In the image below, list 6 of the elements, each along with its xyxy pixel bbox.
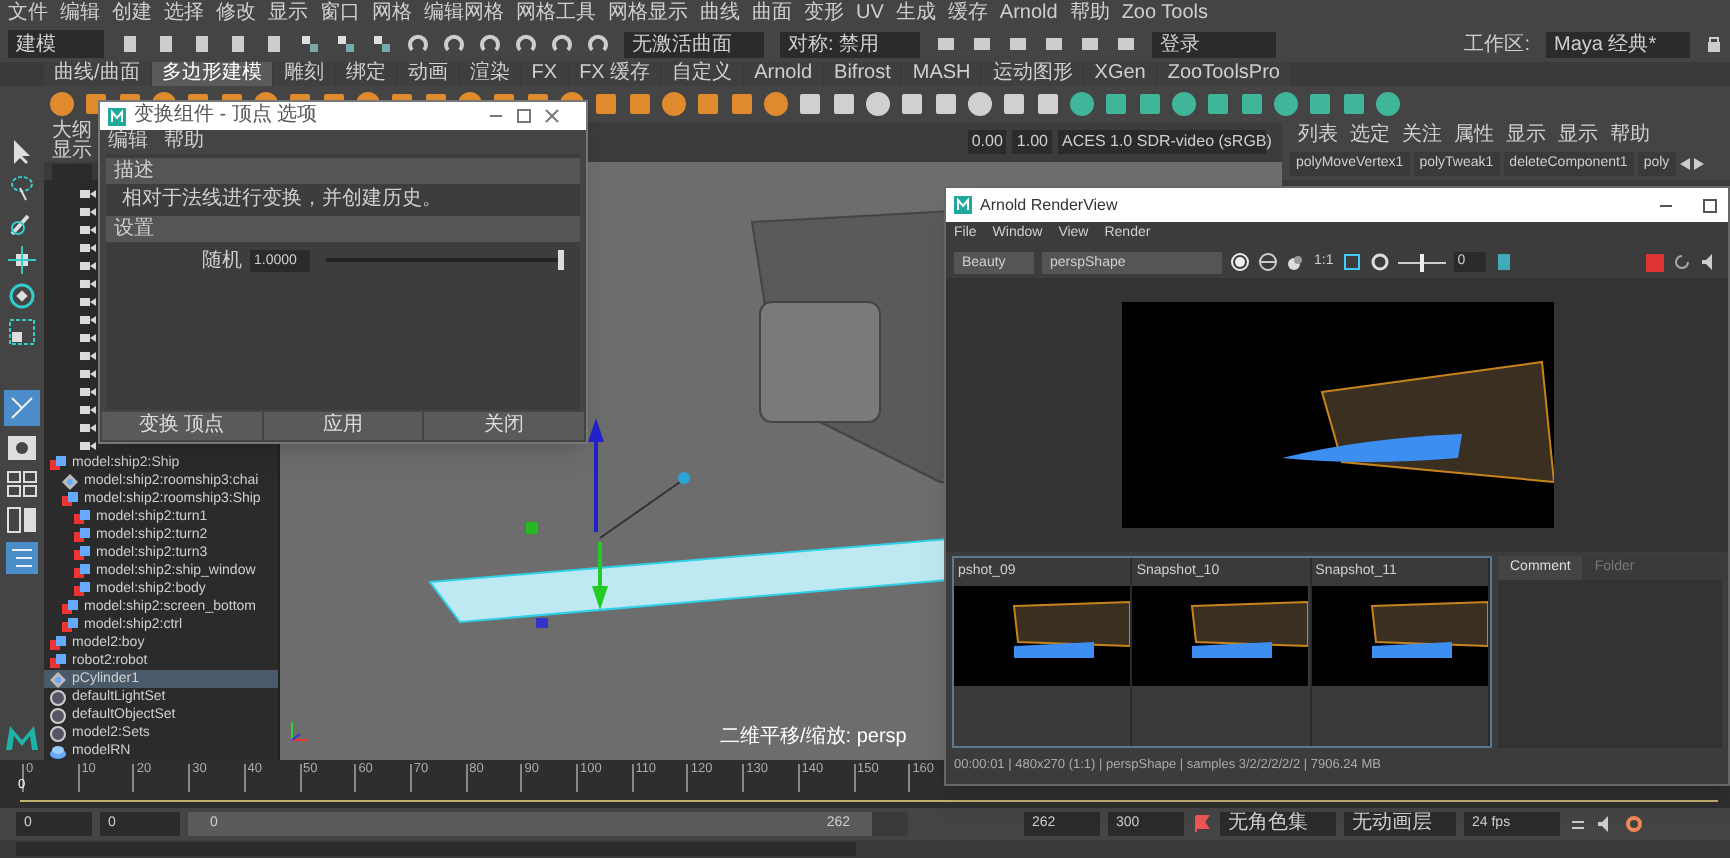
window-title: Arnold RenderView bbox=[980, 193, 1118, 217]
window-title: 变换组件 - 顶点 选项 bbox=[134, 106, 318, 126]
random-label: 随机 bbox=[202, 247, 242, 275]
description-text: 相对于法线进行变换，并创建历史。 bbox=[120, 186, 444, 214]
workspace-label: 工作区: bbox=[1464, 31, 1530, 59]
camera-label: 二维平移/缩放: persp bbox=[720, 723, 907, 752]
